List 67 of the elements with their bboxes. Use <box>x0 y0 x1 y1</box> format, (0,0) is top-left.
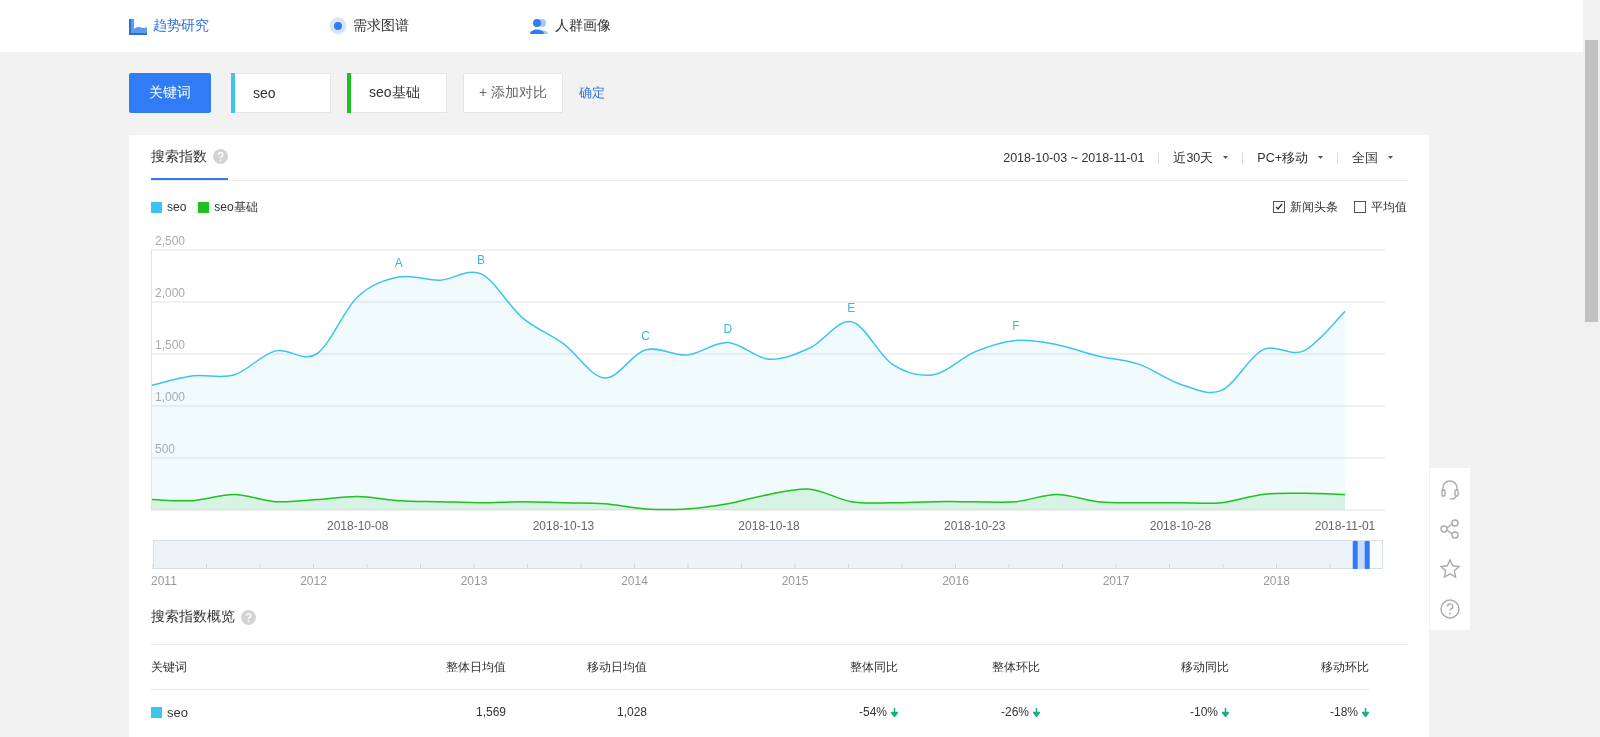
legend-label: seo <box>167 200 187 214</box>
checkbox-label: 平均值 <box>1371 198 1407 216</box>
year-label: 2016 <box>942 574 969 588</box>
radar-icon <box>329 17 347 35</box>
axis-label: 500 <box>155 442 176 456</box>
year-label: 2013 <box>460 574 488 588</box>
axis-label: 2,000 <box>155 286 186 300</box>
axis-label: 2018-10-08 <box>327 519 389 533</box>
year-label: 2018 <box>1263 574 1290 588</box>
confirm-link[interactable]: 确定 <box>579 83 605 102</box>
section-title: 搜索指数概览 <box>151 608 235 626</box>
checkbox-label: 新闻头条 <box>1290 198 1338 216</box>
table-cell: -26% <box>1001 705 1029 719</box>
year-label: 2015 <box>781 574 809 588</box>
share-icon <box>1439 518 1461 540</box>
caret-icon <box>1388 156 1393 159</box>
filter-dropdown[interactable]: 近30天 <box>1158 151 1243 164</box>
star-icon <box>1439 558 1461 580</box>
column-header: 整体日均值 <box>301 645 506 690</box>
table-cell-text: 1,028 <box>615 704 647 721</box>
axis-label: 2,500 <box>155 234 186 248</box>
axis-label: 2018-11-01 <box>1314 519 1376 533</box>
year-label: 2012 <box>300 574 327 588</box>
axis-label: 2018-10-18 <box>738 519 800 533</box>
legend-label: seo基础 <box>214 198 258 216</box>
nav-tab[interactable]: 需求图谱 <box>329 17 529 35</box>
year-label: 2011 <box>151 574 177 588</box>
headset-icon <box>1439 478 1461 500</box>
checkbox[interactable] <box>1273 201 1285 213</box>
axis-label: 1,500 <box>155 338 186 352</box>
date-range: 2018-10-03 ~ 2018-11-01 <box>1003 150 1146 165</box>
checkbox[interactable] <box>1354 201 1366 213</box>
users-icon <box>529 17 549 35</box>
nav-tab[interactable]: 人群画像 <box>529 17 729 35</box>
filter-dropdown[interactable]: 全国 <box>1337 151 1407 164</box>
caret-icon <box>1318 156 1323 159</box>
help-icon <box>1439 598 1461 620</box>
caret-icon <box>1223 156 1229 159</box>
axis-label: 2018-10-23 <box>944 519 1006 533</box>
search-index-tab[interactable]: 搜索指数 <box>151 135 228 180</box>
table-cell: -10% <box>1190 705 1218 719</box>
keyword-field[interactable]: seo <box>231 72 331 113</box>
table-cell: seo <box>167 704 188 720</box>
axis-label: 2018-10-28 <box>1149 519 1212 533</box>
column-header: 整体同比 <box>647 645 898 690</box>
table-cell-text: 1,569 <box>474 704 506 721</box>
help-icon <box>241 609 256 625</box>
column-header: 整体环比 <box>898 645 1040 690</box>
axis-label: 2018-10-13 <box>532 519 595 533</box>
range-handles[interactable] <box>1352 541 1370 569</box>
table-cell: -18% <box>1330 705 1358 719</box>
year-label: 2014 <box>621 574 648 588</box>
nav-tab[interactable]: 趋势研究 <box>129 17 329 35</box>
column-header: 关键词 <box>151 645 301 690</box>
column-header: 移动同比 <box>1040 645 1229 690</box>
add-compare-button[interactable]: + 添加对比 <box>463 72 563 113</box>
keyword-type-button[interactable]: 关键词 <box>129 72 211 113</box>
scrollbar-thumb[interactable] <box>1585 40 1598 322</box>
keyword-field[interactable]: seo基础 <box>347 72 447 113</box>
help-icon <box>213 149 228 164</box>
year-label: 2017 <box>1102 574 1130 588</box>
table-cell: -54% <box>859 705 887 719</box>
column-header: 移动日均值 <box>506 645 647 690</box>
chart-icon <box>129 17 147 35</box>
filter-dropdown[interactable]: PC+移动 <box>1242 151 1337 164</box>
axis-label: 1,000 <box>155 390 186 404</box>
column-header: 移动环比 <box>1229 645 1369 690</box>
